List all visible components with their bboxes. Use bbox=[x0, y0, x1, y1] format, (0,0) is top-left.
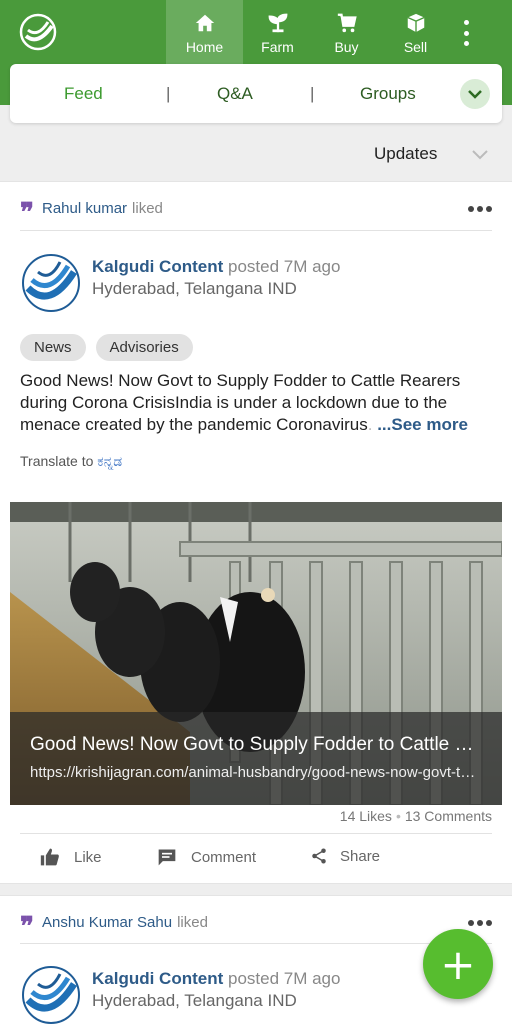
share-button[interactable]: Share bbox=[310, 847, 380, 865]
nav-buy-label: Buy bbox=[334, 39, 359, 55]
post-menu-icon[interactable] bbox=[468, 206, 492, 212]
comment-icon bbox=[158, 849, 176, 866]
translate-label: Translate to bbox=[20, 453, 94, 469]
posted-time: posted 7M ago bbox=[228, 257, 341, 276]
see-more-link[interactable]: ...See more bbox=[377, 415, 468, 434]
nav-farm-label: Farm bbox=[261, 39, 294, 55]
divider bbox=[20, 833, 492, 834]
home-icon bbox=[195, 14, 214, 32]
link-preview[interactable]: Good News! Now Govt to Supply Fodder to … bbox=[10, 502, 502, 805]
author-location: Hyderabad, Telangana IND bbox=[92, 991, 297, 1010]
quote-icon: ❞ bbox=[20, 198, 34, 228]
link-preview-title: Good News! Now Govt to Supply Fodder to … bbox=[30, 734, 482, 755]
liked-label: liked bbox=[132, 199, 163, 217]
nav-farm[interactable]: Farm bbox=[243, 0, 312, 64]
liked-by-name[interactable]: Anshu Kumar Sahu bbox=[42, 914, 172, 931]
author-name[interactable]: Kalgudi Content bbox=[92, 969, 223, 988]
link-preview-overlay: Good News! Now Govt to Supply Fodder to … bbox=[10, 712, 502, 805]
box-icon bbox=[406, 13, 425, 33]
nav-sell-label: Sell bbox=[403, 39, 428, 55]
post-text: Good News! Now Govt to Supply Fodder to … bbox=[20, 370, 496, 436]
plus-icon: + bbox=[440, 939, 476, 989]
nav-buy[interactable]: Buy bbox=[312, 0, 381, 64]
author-avatar[interactable] bbox=[20, 964, 82, 1025]
tab-groups[interactable]: Groups bbox=[360, 84, 416, 104]
activity-row: ❞ Rahul kumar liked bbox=[20, 198, 163, 228]
tag-chip[interactable]: News bbox=[20, 334, 86, 361]
tag-chip[interactable]: Advisories bbox=[95, 334, 193, 361]
author-location: Hyderabad, Telangana IND bbox=[92, 279, 297, 298]
author-name[interactable]: Kalgudi Content bbox=[92, 257, 223, 276]
post-author: Kalgudi Content posted 7M ago Hyderabad,… bbox=[20, 964, 340, 1025]
comment-label: Comment bbox=[191, 848, 257, 866]
divider bbox=[20, 943, 492, 944]
post-actions: Like Comment Share bbox=[0, 847, 512, 887]
divider bbox=[20, 230, 492, 231]
tab-feed[interactable]: Feed bbox=[64, 84, 103, 104]
overflow-menu-icon[interactable] bbox=[456, 20, 476, 46]
activity-row: ❞ Anshu Kumar Sahu liked bbox=[20, 912, 208, 942]
share-label: Share bbox=[340, 847, 381, 865]
author-avatar[interactable] bbox=[20, 252, 82, 314]
tab-separator: | bbox=[310, 84, 315, 103]
liked-by-name[interactable]: Rahul kumar bbox=[42, 200, 127, 217]
cart-icon bbox=[337, 13, 357, 33]
sprout-icon bbox=[268, 13, 287, 33]
post-author: Kalgudi Content posted 7M ago Hyderabad,… bbox=[20, 252, 340, 314]
share-icon bbox=[312, 848, 326, 864]
posted-time: posted 7M ago bbox=[228, 969, 341, 988]
post-menu-icon[interactable] bbox=[468, 920, 492, 926]
main-nav: Home Farm Buy Sell bbox=[166, 0, 450, 64]
tab-qa[interactable]: Q&A bbox=[217, 84, 253, 104]
chevron-down-icon[interactable] bbox=[470, 146, 490, 164]
translate-row: Translate to ಕನ್ನಡ bbox=[20, 453, 122, 470]
quote-icon: ❞ bbox=[20, 912, 34, 942]
post-tags: News Advisories bbox=[20, 334, 193, 361]
comments-count[interactable]: 13 Comments bbox=[405, 808, 492, 824]
comment-button[interactable]: Comment bbox=[157, 847, 256, 867]
translate-link[interactable]: ಕನ್ನಡ bbox=[97, 453, 122, 469]
post-stats: 14 Likes • 13 Comments bbox=[340, 808, 492, 824]
tab-separator: | bbox=[166, 84, 171, 103]
feed-post-card: ❞ Rahul kumar liked Kalgudi Content post… bbox=[0, 181, 512, 884]
create-post-button[interactable]: + bbox=[423, 929, 493, 999]
likes-count[interactable]: 14 Likes bbox=[340, 808, 392, 824]
link-preview-url: https://krishijagran.com/animal-husbandr… bbox=[30, 764, 482, 781]
tabs-expand-button[interactable] bbox=[460, 79, 490, 109]
stats-bullet: • bbox=[395, 808, 401, 824]
like-label: Like bbox=[74, 848, 102, 866]
like-button[interactable]: Like bbox=[40, 847, 102, 867]
app-logo-icon[interactable] bbox=[18, 12, 58, 52]
liked-label: liked bbox=[177, 913, 208, 931]
nav-home[interactable]: Home bbox=[166, 0, 243, 64]
nav-sell[interactable]: Sell bbox=[381, 0, 450, 64]
feed-tabs: Feed | Q&A | Groups bbox=[10, 64, 502, 123]
updates-filter[interactable]: Updates bbox=[374, 144, 437, 164]
nav-home-label: Home bbox=[185, 39, 224, 55]
chevron-down-icon bbox=[468, 90, 482, 99]
post-body-fade: . bbox=[367, 415, 378, 434]
thumbs-up-icon bbox=[40, 848, 59, 866]
